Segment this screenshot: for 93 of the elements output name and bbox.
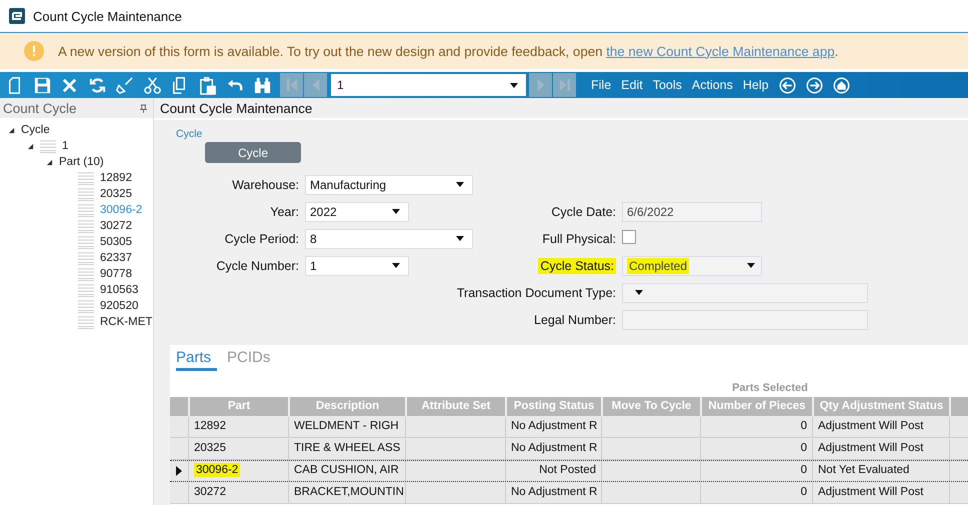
table-cell: 0 — [800, 420, 807, 432]
forward-icon[interactable] — [806, 76, 823, 94]
warning-icon — [24, 41, 44, 61]
menu-item[interactable]: Tools — [652, 78, 682, 92]
tree-item[interactable]: 910563 — [100, 284, 138, 296]
table-cell: No Adjustment R — [511, 442, 598, 454]
skip-first-icon — [286, 77, 298, 93]
table-cell: 20325 — [194, 442, 226, 454]
checkbox[interactable] — [622, 230, 636, 244]
field-label: Cycle Status: — [538, 258, 616, 274]
document-icon — [78, 188, 94, 200]
app-logo-icon — [9, 8, 25, 24]
field-label: Cycle Date: — [551, 204, 616, 218]
document-icon — [78, 172, 94, 184]
menu-item[interactable]: Actions — [692, 78, 733, 92]
document-icon — [78, 284, 94, 296]
form-title: Count Cycle Maintenance — [160, 100, 312, 116]
tree-item[interactable]: 62337 — [100, 252, 132, 264]
current-row-icon — [176, 466, 182, 476]
home-icon[interactable] — [832, 76, 850, 94]
pin-icon[interactable] — [140, 104, 147, 112]
table-cell: 0 — [800, 442, 807, 454]
document-icon — [78, 236, 94, 248]
binoculars-icon[interactable] — [252, 76, 272, 94]
field-label: Warehouse: — [231, 178, 299, 192]
expand-arrow-icon[interactable] — [8, 126, 15, 134]
table-cell: WELDMENT - RIGH — [294, 420, 399, 432]
right-triangle-icon — [534, 77, 546, 93]
dropdown-field[interactable]: 8 — [305, 228, 473, 248]
field-label: Year: — [269, 204, 299, 218]
table-cell: CAB CUSHION, AIR — [294, 464, 399, 476]
group-header: Parts Selected — [731, 382, 809, 394]
table-cell: Not Posted — [539, 464, 596, 476]
menu-item[interactable]: Help — [742, 78, 769, 92]
save-icon[interactable] — [32, 76, 52, 94]
tree-item[interactable]: 920520 — [100, 300, 138, 312]
cut-icon[interactable] — [142, 76, 162, 94]
window-title: Count Cycle Maintenance — [33, 8, 182, 24]
field-label: Legal Number: — [534, 312, 616, 326]
tree-item[interactable]: 20325 — [100, 188, 132, 200]
record-dropdown[interactable]: 1 — [331, 74, 526, 96]
cycle-button[interactable]: Cycle — [205, 142, 301, 163]
banner-message: A new version of this form is available. To try out the new design and provide feedback, open the new Count Cycle Maintenance app. — [58, 44, 838, 58]
document-icon — [78, 252, 94, 264]
table-cell: No Adjustment R — [511, 486, 598, 498]
document-icon — [78, 316, 94, 328]
tree-item[interactable]: Part (10) — [59, 156, 104, 168]
tree-item[interactable]: Cycle — [21, 124, 50, 136]
menu-item[interactable]: Edit — [621, 78, 643, 92]
tab[interactable]: Parts — [176, 349, 218, 371]
table-cell: 30096-2 — [194, 463, 240, 477]
document-icon — [78, 300, 94, 312]
table-cell: Not Yet Evaluated — [818, 464, 910, 476]
clear-icon[interactable] — [115, 76, 134, 94]
table-cell: Adjustment Will Post — [818, 420, 924, 432]
field-label: Transaction Document Type: — [456, 286, 616, 300]
expand-arrow-icon[interactable] — [46, 158, 53, 166]
dropdown-field[interactable]: 2022 — [305, 202, 409, 222]
section-link[interactable]: Cycle — [176, 128, 968, 140]
document-icon — [40, 140, 56, 152]
dropdown-field[interactable]: Manufacturing — [305, 174, 473, 194]
skip-last-icon — [558, 77, 570, 93]
menu-item[interactable]: File — [591, 78, 612, 92]
table-cell: 0 — [800, 486, 807, 498]
document-icon — [78, 220, 94, 232]
field-label: Full Physical: — [542, 232, 616, 246]
panel-title: Count Cycle — [3, 100, 77, 116]
paste-icon[interactable] — [198, 76, 216, 94]
field-label: Cycle Period: — [224, 232, 299, 246]
table-cell: 12892 — [194, 420, 226, 432]
table-cell: Adjustment Will Post — [818, 442, 924, 454]
dropdown-field[interactable]: 1 — [305, 256, 409, 276]
tree-item[interactable]: 1 — [62, 140, 68, 152]
field-label: Cycle Number: — [215, 258, 299, 272]
tree-item[interactable]: 90778 — [100, 268, 132, 280]
dropdown-field[interactable]: Completed — [622, 256, 762, 276]
tree-item[interactable]: 12892 — [100, 172, 132, 184]
refresh-icon[interactable] — [88, 76, 106, 94]
table-cell: BRACKET,MOUNTIN — [294, 486, 404, 498]
table-cell: 30272 — [194, 486, 226, 498]
table-cell: No Adjustment R — [511, 420, 598, 432]
tree-item[interactable]: 30272 — [100, 220, 132, 232]
document-icon — [78, 268, 94, 280]
table-cell: Adjustment Will Post — [818, 486, 924, 498]
tree-item[interactable]: RCK-MET — [100, 316, 152, 328]
table-cell: 0 — [800, 464, 807, 476]
expand-arrow-icon[interactable] — [27, 142, 34, 150]
dropdown-field[interactable] — [622, 282, 868, 302]
tree-item[interactable]: 50305 — [100, 236, 132, 248]
table-cell: TIRE & WHEEL ASS — [294, 442, 400, 454]
back-icon[interactable] — [778, 76, 796, 94]
document-icon — [78, 204, 94, 216]
input-field[interactable]: 6/6/2022 — [622, 202, 762, 222]
